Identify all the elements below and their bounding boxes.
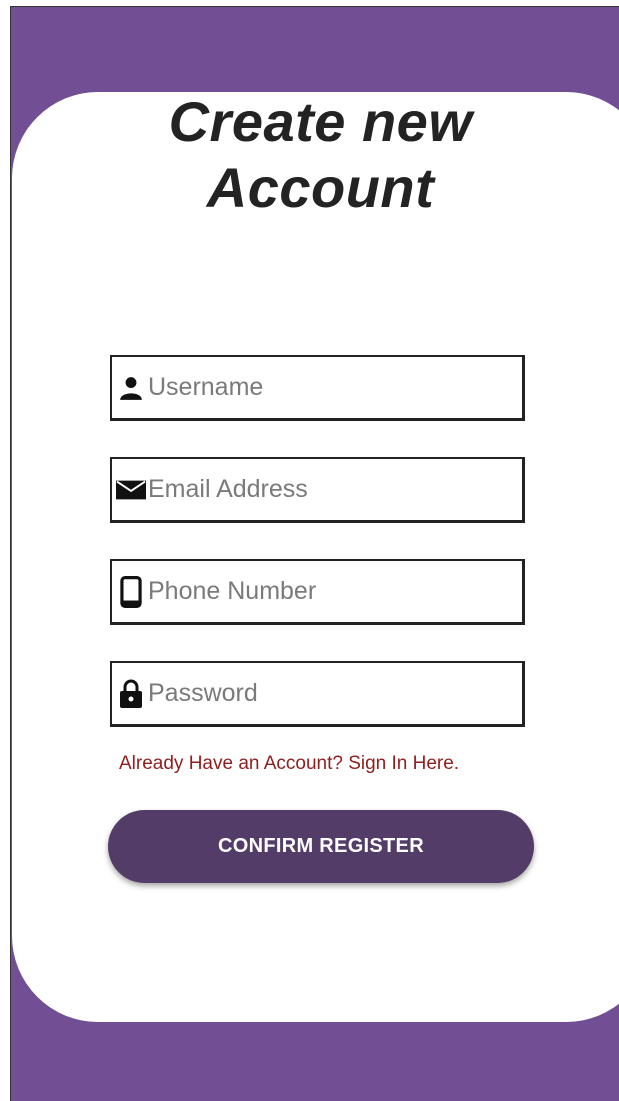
phone-icon (116, 575, 146, 608)
username-field[interactable] (110, 355, 525, 421)
person-icon (116, 373, 146, 403)
title-line-2: Account (206, 156, 435, 219)
page-title: Create new Account (11, 89, 619, 221)
sign-in-link[interactable]: Already Have an Account? Sign In Here. (119, 753, 459, 775)
password-field[interactable] (110, 661, 525, 727)
title-line-1: Create new (168, 90, 473, 153)
email-field[interactable] (110, 457, 525, 523)
phone-field[interactable] (110, 559, 525, 625)
lock-icon (116, 679, 146, 709)
username-input[interactable] (146, 367, 518, 408)
envelope-icon (116, 475, 146, 505)
confirm-register-button[interactable]: CONFIRM REGISTER (108, 810, 534, 883)
phone-input[interactable] (146, 571, 518, 612)
email-input[interactable] (146, 469, 518, 510)
app-screen: Create new Account Username Email Addres… (10, 6, 619, 1101)
password-input[interactable] (146, 673, 518, 714)
